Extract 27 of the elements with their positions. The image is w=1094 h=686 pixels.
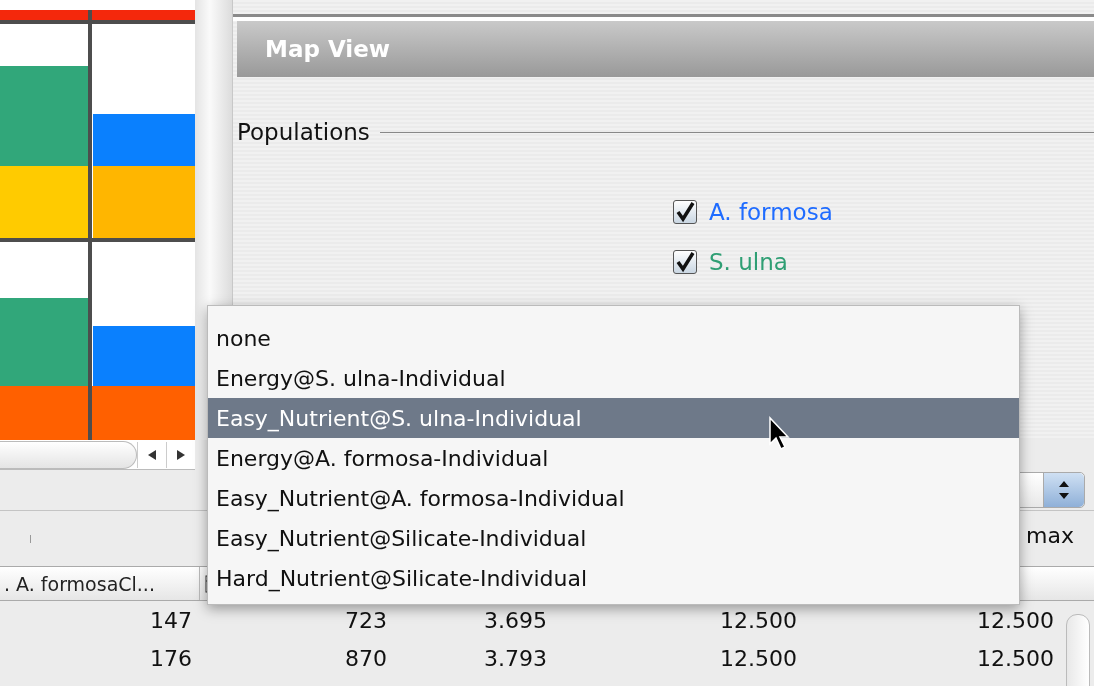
- menu-item[interactable]: Easy_Nutrient@A. formosa-Individual: [208, 478, 1019, 518]
- panel-title: Map View: [237, 21, 1094, 77]
- menu-item[interactable]: Easy_Nutrient@Silicate-Individual: [208, 518, 1019, 558]
- table-cell-text: 12.500: [719, 607, 798, 633]
- table-cell-text: 723: [344, 607, 388, 633]
- table-cell-text: 176: [149, 645, 193, 671]
- group-label: Populations: [237, 119, 370, 145]
- table-cell-text: 3.695: [483, 607, 548, 633]
- menu-item[interactable]: Easy_Nutrient@S. ulna-Individual: [208, 398, 1019, 438]
- legend-max-label: max: [1026, 523, 1074, 548]
- checkbox[interactable]: [673, 250, 697, 274]
- table-cell-text: 12.500: [719, 645, 798, 671]
- checkbox[interactable]: [673, 200, 697, 224]
- menu-item[interactable]: Energy@S. ulna-Individual: [208, 358, 1019, 398]
- table-cell-text: 870: [344, 645, 388, 671]
- menu-item[interactable]: Hard_Nutrient@Silicate-Individual: [208, 558, 1019, 598]
- population-label: S. ulna: [709, 249, 788, 275]
- column-header[interactable]: . A. formosaCl...: [0, 567, 200, 600]
- population-label: A. formosa: [709, 199, 833, 225]
- menu-item[interactable]: Energy@A. formosa-Individual: [208, 438, 1019, 478]
- vertical-scrollbar[interactable]: [1066, 614, 1090, 686]
- mouse-cursor-icon: [768, 416, 792, 452]
- table-cell-text: 3.793: [483, 645, 548, 671]
- menu-item[interactable]: none: [208, 318, 1019, 358]
- table-cell-text: 12.500: [976, 645, 1055, 671]
- table-cell-text: 12.500: [976, 607, 1055, 633]
- table-cell-text: 147: [149, 607, 193, 633]
